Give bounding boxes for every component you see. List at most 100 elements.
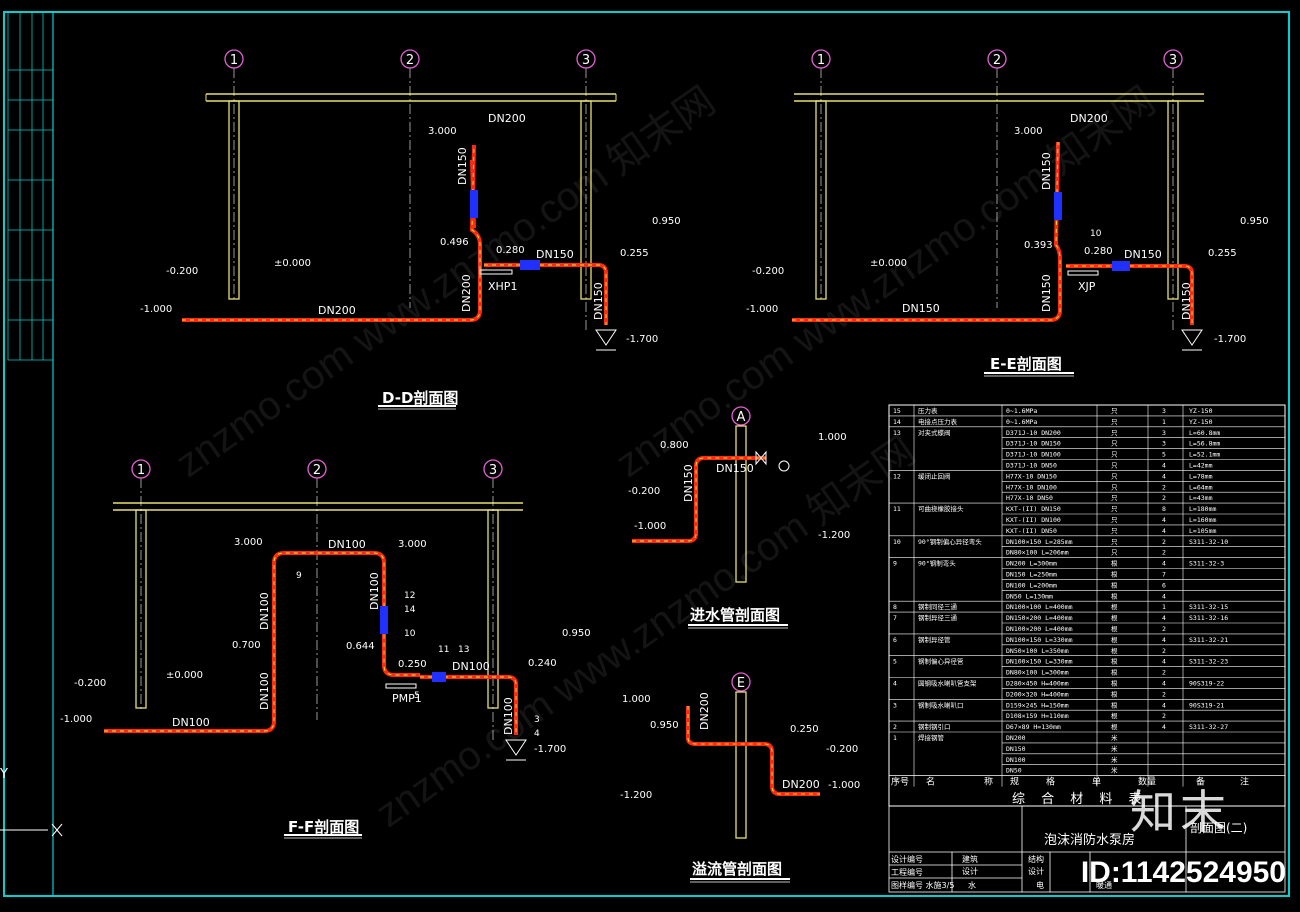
tb-role-1: 建筑: [962, 854, 978, 864]
table-cell: L=180mm: [1189, 505, 1216, 513]
table-cell: 对夹式蝶阀: [918, 428, 951, 437]
table-cell: 3: [893, 701, 897, 709]
table-cell: DN50 L=130mm: [1006, 592, 1053, 600]
ee-elev-m0200: -0.200: [752, 266, 784, 277]
table-cell: 只: [1111, 516, 1118, 524]
section-dd: 1 2 3 DN200 DN150 DN150 DN200 DN150 DN20…: [140, 49, 681, 410]
dd-elev-m1700: -1.700: [626, 334, 658, 345]
table-cell: 根: [1111, 657, 1118, 666]
ee-dn-down: DN150: [1180, 282, 1193, 320]
table-cell: 电接点压力表: [918, 417, 958, 426]
table-cell: 只: [1111, 429, 1118, 437]
table-cell: 根: [1111, 602, 1118, 611]
table-cell: DN80×100 L=300mm: [1006, 669, 1069, 677]
ee-elev-0255: 0.255: [1208, 248, 1237, 259]
dd-title: D-D剖面图: [382, 389, 458, 407]
ff-dn-out: DN100: [452, 660, 490, 673]
table-cell: 米: [1111, 744, 1118, 753]
table-cell: D371J-10 DN150: [1006, 440, 1061, 448]
ff-axis-2: 2: [313, 463, 321, 478]
table-cell: D280×450 H=400mm: [1006, 680, 1069, 688]
table-cell: 只: [1111, 440, 1118, 448]
table-cell: KXT-(II) DN100: [1006, 516, 1061, 524]
table-cell: D67×89 H=130mm: [1006, 723, 1061, 731]
table-cell: 1: [1162, 418, 1166, 426]
table-cell: 4: [1162, 462, 1166, 470]
tb-role-6: 电: [1036, 880, 1044, 890]
table-cell: 2: [1162, 494, 1166, 502]
table-cell: 11: [893, 505, 901, 513]
table-cell: DN200: [1006, 734, 1026, 742]
table-cell: 钢制异径管: [918, 635, 951, 644]
ff-dn-main: DN100: [172, 716, 210, 729]
table-cell: 压力表: [918, 406, 938, 415]
ff-axis-1: 1: [137, 463, 145, 478]
table-cell: 9: [893, 560, 897, 568]
table-cell: D371J-10 DN200: [1006, 429, 1061, 437]
dd-tag: XHP1: [488, 280, 517, 293]
overflow-elev-0250: 0.250: [790, 724, 819, 735]
brand-logo: 知末: [1130, 785, 1230, 839]
ff-dn-left: DN100: [258, 592, 271, 630]
inlet-dn1: DN150: [716, 462, 754, 475]
table-cell: YZ-150: [1189, 407, 1213, 415]
table-cell: H77X-10 DN150: [1006, 472, 1057, 480]
table-cell: 0~1.6MPa: [1006, 418, 1037, 426]
table-header-cell: 序号: [891, 776, 909, 788]
table-cell: 只: [1111, 418, 1118, 426]
table-cell: D371J-10 DN50: [1006, 462, 1057, 470]
table-cell: 根: [1111, 613, 1118, 622]
table-cell: 2: [1162, 690, 1166, 698]
table-cell: 3: [1162, 429, 1166, 437]
ee-elev-0393: 0.393: [1024, 240, 1053, 251]
table-cell: 4: [1162, 701, 1166, 709]
table-cell: 根: [1111, 711, 1118, 720]
table-cell: S311-32-3: [1189, 560, 1224, 568]
ff-num-14: 14: [404, 605, 416, 615]
inlet-elev-m0200: -0.200: [628, 486, 660, 497]
table-cell: 2: [1162, 538, 1166, 546]
ff-elev-m1700: -1.700: [534, 744, 566, 755]
table-cell: DN100×150 L=285mm: [1006, 538, 1073, 546]
table-cell: 焊接钢管: [918, 733, 945, 742]
ff-num-10: 10: [404, 629, 416, 639]
table-cell: S311-32-10: [1189, 538, 1228, 546]
ee-axis-2: 2: [993, 53, 1001, 68]
overflow-dn2: DN200: [782, 778, 820, 791]
table-cell: DN150: [1006, 745, 1026, 753]
table-cell: H77X-10 DN100: [1006, 483, 1057, 491]
table-cell: 只: [1111, 407, 1118, 415]
table-cell: DN100×150 L=330mm: [1006, 658, 1073, 666]
table-cell: 钢制异径三通: [918, 613, 958, 622]
table-cell: 2: [1162, 625, 1166, 633]
ee-dn-drop: DN150: [1040, 274, 1053, 312]
inlet-elev-m1000: -1.000: [634, 521, 666, 532]
table-cell: 15: [893, 407, 901, 415]
table-cell: DN200 L=300mm: [1006, 560, 1057, 568]
dd-dn-riser: DN150: [456, 147, 469, 185]
table-header-cell: 称: [984, 776, 993, 788]
ff-num-5: 5: [414, 691, 420, 701]
table-cell: 7: [893, 614, 897, 622]
table-cell: S311-32-15: [1189, 603, 1228, 611]
ee-tag: XJP: [1078, 280, 1096, 293]
table-cell: 6: [1162, 581, 1166, 589]
ff-elev-3000a: 3.000: [234, 537, 263, 548]
table-cell: DN150×200 L=400mm: [1006, 614, 1073, 622]
ee-dn-out: DN150: [1124, 248, 1162, 261]
table-cell: 4: [1162, 723, 1166, 731]
table-header-cell: 规: [1010, 777, 1019, 788]
table-cell: 2: [1162, 549, 1166, 557]
tb-row-2: 工程编号: [891, 867, 923, 877]
table-cell: 米: [1111, 733, 1118, 742]
table-cell: 钢制吸水喇叭口: [918, 700, 964, 709]
ff-dn-left2: DN100: [258, 672, 271, 710]
table-cell: H77X-10 DN50: [1006, 494, 1053, 502]
table-cell: 8: [893, 603, 897, 611]
ff-elev-0700: 0.700: [232, 640, 261, 651]
section-ff: 1 2 3 DN100 DN100 DN100 DN100 DN100 DN10…: [60, 459, 591, 839]
table-cell: L=52.1mm: [1189, 451, 1220, 459]
table-cell: 米: [1111, 755, 1118, 764]
table-cell: KXT-(II) DN150: [1006, 505, 1061, 513]
table-cell: DN100: [1006, 756, 1026, 764]
